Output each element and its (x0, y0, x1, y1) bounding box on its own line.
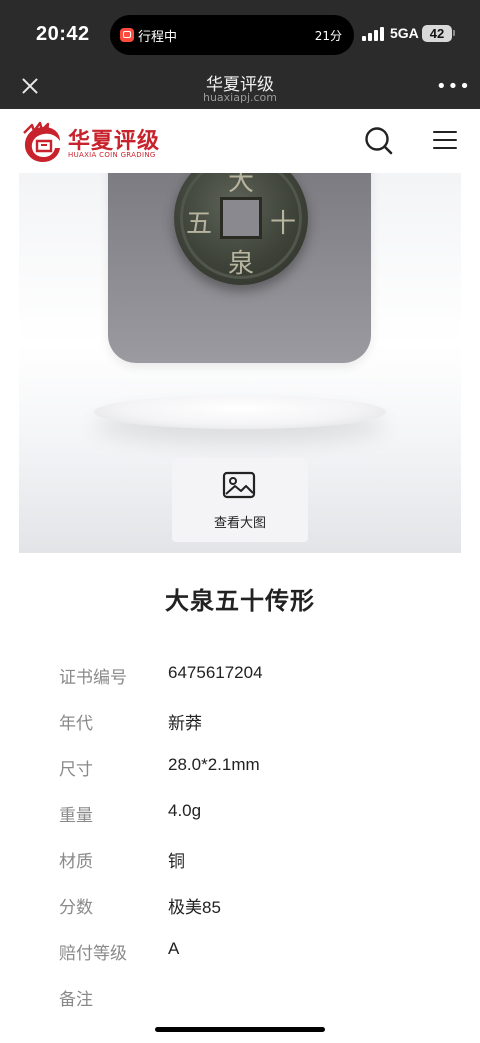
detail-label: 重量 (59, 806, 93, 826)
detail-label: 备注 (59, 990, 93, 1010)
detail-row-certificate-number: 证书编号 6475617204 (0, 653, 480, 699)
network-type: 5GA (390, 25, 419, 41)
detail-row-remarks: 备注 (0, 975, 480, 1021)
page-url: huaxiapj.com (202, 91, 278, 104)
coin-char-left: 五 (186, 209, 213, 239)
product-title: 大泉五十传形 (165, 587, 315, 615)
detail-label: 材质 (59, 852, 93, 872)
detail-row-score: 分数 极美85 (0, 883, 480, 929)
menu-icon[interactable] (433, 131, 459, 151)
detail-row-size: 尺寸 28.0*2.1mm (0, 745, 480, 791)
battery-icon: 42 (422, 25, 452, 42)
more-options-icon[interactable]: ••• (436, 78, 470, 96)
home-indicator[interactable] (155, 1027, 325, 1032)
coin-square-hole (220, 197, 262, 239)
signal-icon (362, 27, 384, 41)
image-icon (222, 471, 256, 499)
dynamic-island[interactable]: 行程中 21分 (110, 15, 354, 55)
search-icon[interactable] (364, 126, 394, 156)
status-bar: 20:42 行程中 21分 5GA 42 (0, 0, 480, 64)
detail-label: 证书编号 (59, 668, 127, 688)
detail-label: 分数 (59, 898, 93, 918)
detail-value: 6475617204 (168, 663, 263, 682)
logo-subtitle: HUAXIA COIN GRADING (68, 151, 156, 159)
ride-app-icon (120, 28, 134, 42)
detail-value: A (168, 939, 180, 958)
detail-value: 铜 (168, 852, 185, 871)
activity-timer: 21分 (314, 29, 342, 43)
detail-value: 28.0*2.1mm (168, 755, 260, 774)
detail-row-weight: 重量 4.0g (0, 791, 480, 837)
coin-char-top: 大 (228, 173, 255, 197)
detail-value: 4.0g (168, 801, 202, 820)
detail-value: 新莽 (168, 714, 202, 733)
display-pedestal (94, 395, 386, 429)
detail-row-compensation-level: 赔付等级 A (0, 929, 480, 975)
dragon-logo-icon (23, 121, 60, 162)
product-image-area[interactable]: 大 泉 十 五 查看大图 (19, 173, 461, 553)
site-header: 华夏评级 HUAXIA COIN GRADING (0, 109, 480, 173)
view-large-image-label: 查看大图 (213, 516, 266, 531)
coin-char-bottom: 泉 (228, 249, 255, 279)
detail-value: 极美85 (168, 898, 221, 917)
coin-char-right: 十 (270, 209, 297, 239)
detail-label: 赔付等级 (59, 944, 127, 964)
detail-label: 尺寸 (59, 760, 93, 780)
battery-tip (453, 30, 455, 36)
activity-label: 行程中 (138, 30, 178, 45)
status-time: 20:42 (36, 23, 90, 45)
detail-label: 年代 (59, 714, 93, 734)
site-logo[interactable]: 华夏评级 HUAXIA COIN GRADING (20, 121, 160, 163)
view-large-image-button[interactable]: 查看大图 (172, 458, 308, 542)
detail-row-era: 年代 新莽 (0, 699, 480, 745)
detail-row-material: 材质 铜 (0, 837, 480, 883)
browser-title-bar: 华夏评级 huaxiapj.com ••• (0, 64, 480, 109)
